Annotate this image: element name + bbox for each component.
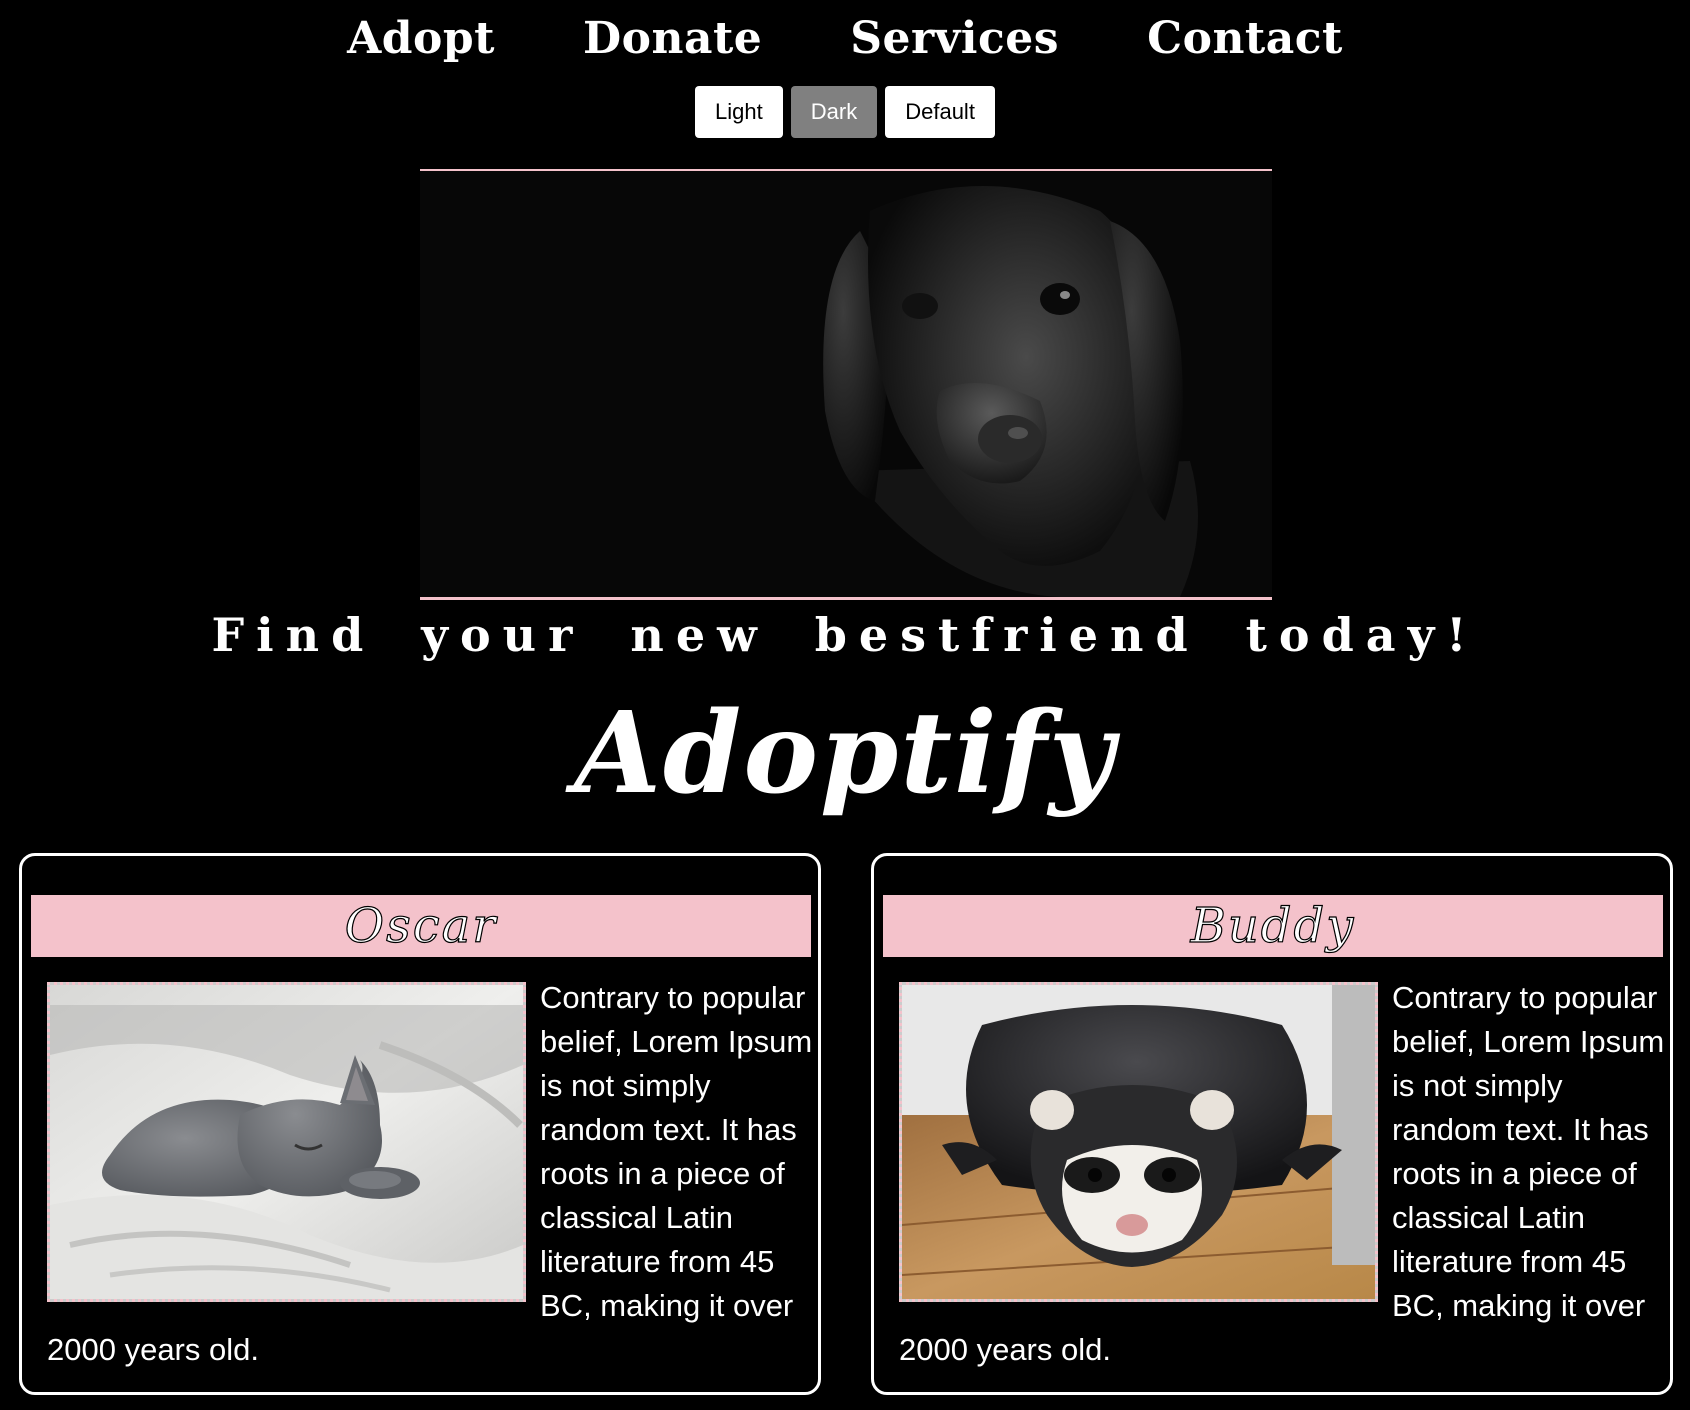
pet-card-oscar[interactable]: Oscar Contrary to popular belief, Lorem … — [19, 853, 821, 1395]
pet-card-body: Contrary to popular belief, Lorem Ipsum … — [47, 976, 817, 1372]
pet-name-heading: Buddy — [883, 895, 1663, 957]
pet-photo-cat — [47, 982, 526, 1302]
theme-light-button[interactable]: Light — [695, 86, 783, 138]
theme-dark-button[interactable]: Dark — [790, 86, 878, 138]
theme-default-button[interactable]: Default — [885, 86, 995, 138]
pet-name-heading: Oscar — [31, 895, 811, 957]
pet-card-buddy[interactable]: Buddy Contrary to popular belief, Lorem … — [871, 853, 1673, 1395]
theme-switcher: Light Dark Default — [0, 86, 1690, 138]
puppy-illustration — [420, 171, 1272, 597]
nav-contact-link[interactable]: Contact — [1103, 13, 1387, 64]
sleeping-cat-illustration — [50, 985, 523, 1299]
pet-photo-ferret — [899, 982, 1378, 1302]
nav-donate-link[interactable]: Donate — [539, 13, 806, 64]
site-brand-title: Adoptify — [574, 688, 1116, 819]
pet-card-body: Contrary to popular belief, Lorem Ipsum … — [899, 976, 1669, 1372]
nav-adopt-link[interactable]: Adopt — [303, 13, 539, 64]
nav-services-link[interactable]: Services — [806, 13, 1103, 64]
ferret-illustration — [902, 985, 1375, 1299]
hero-tagline: Find your new bestfriend today! — [211, 608, 1479, 662]
main-nav: Adopt Donate Services Contact — [0, 0, 1690, 76]
hero-image — [420, 169, 1272, 600]
